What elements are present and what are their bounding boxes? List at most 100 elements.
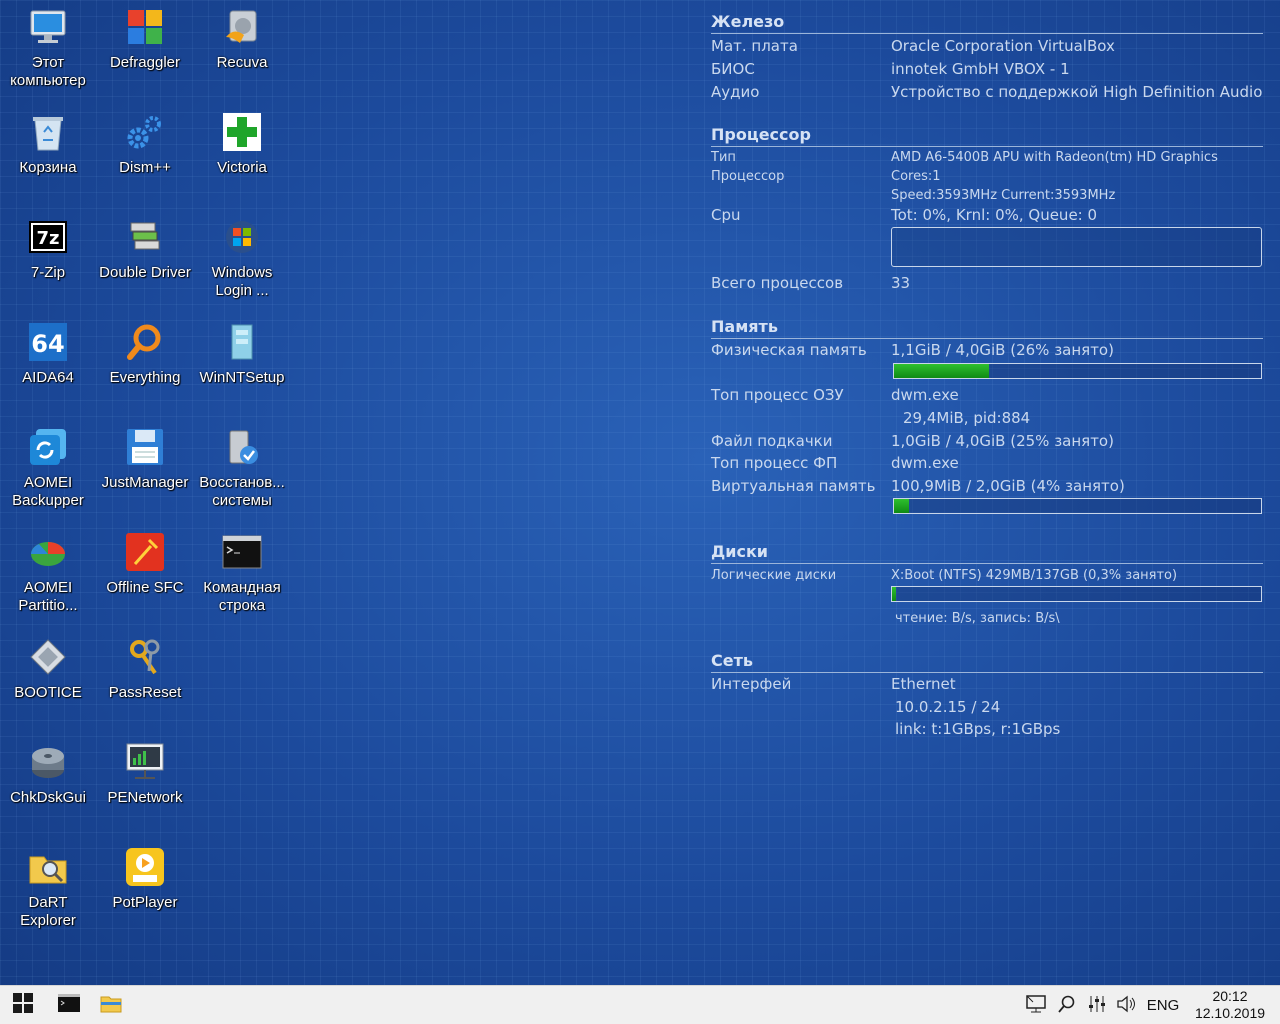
desktop-icon-passreset[interactable]: PassReset <box>97 630 193 730</box>
tray-language[interactable]: ENG <box>1142 986 1184 1024</box>
section-disks: Диски <box>711 542 1263 564</box>
desktop-icon-label: AOMEI Backupper <box>12 474 84 509</box>
desktop-icon-label: Корзина <box>19 159 77 176</box>
desktop-icon-system-restore[interactable]: Восстанов... системы <box>194 420 290 520</box>
taskbar-command-prompt[interactable] <box>46 986 92 1024</box>
desktop-icon-label: Этот компьютер <box>10 54 86 89</box>
label-total-processes: Всего процессов <box>711 274 844 292</box>
network-monitor-icon <box>1026 994 1046 1017</box>
value-link-speed: link: t:1GBps, r:1GBps <box>895 720 1061 738</box>
desktop-icon-label: Defraggler <box>109 54 181 71</box>
clock-date: 12.10.2019 <box>1194 1005 1266 1021</box>
desktop-icon-dart-explorer[interactable]: DaRT Explorer <box>0 840 96 940</box>
defraggler-icon <box>124 6 166 48</box>
dism-gears-icon <box>124 111 166 153</box>
speaker-icon <box>1116 995 1136 1017</box>
value-audio: Устройство с поддержкой High Definition … <box>891 83 1263 101</box>
desktop-icon-offline-sfc[interactable]: Offline SFC <box>97 525 193 625</box>
command-prompt-icon <box>58 994 80 1017</box>
value-ip-address: 10.0.2.15 / 24 <box>895 698 1001 716</box>
mixer-sliders-icon <box>1088 995 1106 1017</box>
desktop-icon-bootice[interactable]: BOOTICE <box>0 630 96 730</box>
desktop-icon-label: Командная строка <box>203 579 281 614</box>
desktop-icon-this-pc[interactable]: Этот компьютер <box>0 0 96 100</box>
desktop-icon-label: Everything <box>109 369 181 386</box>
label-top-ram-process: Топ процесс ОЗУ <box>711 386 844 404</box>
physical-memory-bar-fill <box>894 364 990 378</box>
desktop-icon-aida64[interactable]: 64 AIDA64 <box>0 315 96 415</box>
desktop-icon-potplayer[interactable]: PotPlayer <box>97 840 193 940</box>
desktop-icon-recycle-bin[interactable]: Корзина <box>0 105 96 205</box>
this-pc-icon <box>27 6 69 48</box>
tray-volume[interactable] <box>1113 986 1139 1024</box>
tray-network[interactable] <box>1022 986 1050 1024</box>
desktop-icon-everything[interactable]: Everything <box>97 315 193 415</box>
recuva-icon <box>221 6 263 48</box>
svg-text:64: 64 <box>31 330 64 358</box>
label-processor: Процессор <box>711 169 785 184</box>
windows-start-icon <box>13 993 33 1018</box>
desktop-icon-victoria[interactable]: Victoria <box>194 105 290 205</box>
desktop-icon-justmanager[interactable]: JustManager <box>97 420 193 520</box>
desktop-icon-command-prompt[interactable]: Командная строка <box>194 525 290 625</box>
taskbar: ENG 20:12 12.10.2019 <box>0 985 1280 1024</box>
taskbar-file-explorer[interactable] <box>88 986 134 1024</box>
label-cpu-type: Тип <box>711 150 736 165</box>
desktop-icon-label: Dism++ <box>119 159 171 176</box>
value-top-pf-process: dwm.exe <box>891 454 959 472</box>
desktop-icon-double-driver[interactable]: Double Driver <box>97 210 193 310</box>
desktop-icon-chkdskgui[interactable]: ChkDskGui <box>0 735 96 835</box>
value-pagefile: 1,0GiB / 4,0GiB (25% занято) <box>891 432 1114 450</box>
desktop-icon-winntsetup[interactable]: WinNTSetup <box>194 315 290 415</box>
label-interface: Интерфей <box>711 675 792 693</box>
desktop-icon-recuva[interactable]: Recuva <box>194 0 290 100</box>
penetwork-monitor-icon <box>124 741 166 783</box>
section-cpu: Процессор <box>711 125 1263 147</box>
section-network: Сеть <box>711 651 1263 673</box>
system-restore-icon <box>221 426 263 468</box>
svg-text:7z: 7z <box>36 228 59 249</box>
tray-clock[interactable]: 20:12 12.10.2019 <box>1190 988 1270 1022</box>
double-driver-icon <box>124 216 166 258</box>
cpu-usage-graph <box>891 227 1262 267</box>
windows-login-icon <box>221 216 263 258</box>
desktop-icon-7zip[interactable]: 7z 7-Zip <box>0 210 96 310</box>
desktop-icon-penetwork[interactable]: PENetwork <box>97 735 193 835</box>
tray-mixer[interactable] <box>1084 986 1110 1024</box>
value-top-ram-detail: 29,4MiB, pid:884 <box>903 409 1031 427</box>
label-audio: Аудио <box>711 83 760 101</box>
value-cpu-speed: Speed:3593MHz Current:3593MHz <box>891 188 1116 203</box>
section-title-cpu: Процессор <box>711 125 1263 147</box>
label-motherboard: Мат. плата <box>711 37 798 55</box>
desktop-icon-aomei-backupper[interactable]: AOMEI Backupper <box>0 420 96 520</box>
desktop-icon-label: BOOTICE <box>14 684 82 701</box>
value-disk-io: чтение: B/s, запись: B/s\ <box>895 611 1060 626</box>
label-cpu: Cpu <box>711 206 741 224</box>
section-title-disks: Диски <box>711 542 1263 564</box>
value-cpu-load: Tot: 0%, Krnl: 0%, Queue: 0 <box>891 206 1098 224</box>
aida64-icon: 64 <box>27 321 69 363</box>
chkdskgui-disk-icon <box>27 741 69 783</box>
desktop-icon-aomei-partition[interactable]: AOMEI Partitio... <box>0 525 96 625</box>
winntsetup-icon <box>221 321 263 363</box>
disk-usage-bar-fill <box>892 587 897 601</box>
desktop-icon-defraggler[interactable]: Defraggler <box>97 0 193 100</box>
value-bios: innotek GmbH VBOX - 1 <box>891 60 1070 78</box>
desktop-icon-label: Victoria <box>217 159 267 176</box>
tray-search[interactable] <box>1054 986 1080 1024</box>
value-virtual-memory: 100,9MiB / 2,0GiB (4% занято) <box>891 477 1125 495</box>
search-icon <box>1058 995 1076 1017</box>
label-top-pf-process: Топ процесс ФП <box>711 454 838 472</box>
value-physical-memory: 1,1GiB / 4,0GiB (26% занято) <box>891 341 1114 359</box>
start-button[interactable] <box>0 986 46 1024</box>
desktop-icon-windows-login[interactable]: Windows Login ... <box>194 210 290 310</box>
value-motherboard: Oracle Corporation VirtualBox <box>891 37 1115 55</box>
label-physical-memory: Физическая память <box>711 341 867 359</box>
virtual-memory-bar-fill <box>894 499 909 513</box>
aomei-partition-icon <box>27 531 69 573</box>
seven-zip-icon: 7z <box>27 216 69 258</box>
passreset-keys-icon <box>124 636 166 678</box>
desktop-icon-label: ChkDskGui <box>10 789 86 806</box>
label-virtual-memory: Виртуальная память <box>711 477 876 495</box>
desktop-icon-dism[interactable]: Dism++ <box>97 105 193 205</box>
